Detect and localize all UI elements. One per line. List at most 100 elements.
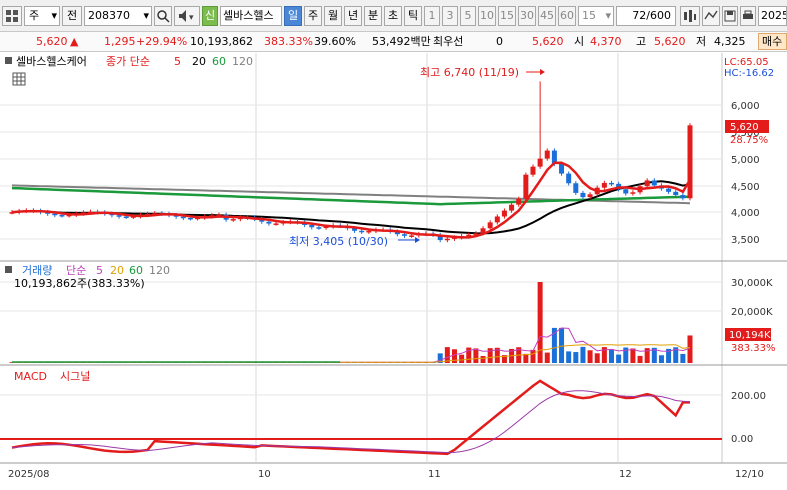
svg-text:▾: ▾ — [189, 13, 194, 23]
chart-settings-icon[interactable] — [2, 6, 22, 26]
tab-minute[interactable]: 분 — [364, 6, 382, 26]
candle-body — [680, 195, 686, 199]
lc-label: LC:65.05 — [724, 57, 769, 68]
search-icon[interactable] — [154, 6, 172, 26]
stock-code-value: 208370 — [88, 9, 130, 22]
sound-icon[interactable]: ▾ — [174, 6, 200, 26]
line-chart-icon[interactable] — [702, 6, 720, 26]
trade-amount: 53,492백만 — [372, 35, 431, 48]
macd-title: MACD — [14, 370, 47, 383]
volume-bar — [573, 352, 579, 363]
tab-day[interactable]: 일 — [284, 6, 302, 26]
interval-select-value: 15 — [582, 9, 596, 22]
volume-bar — [630, 348, 636, 363]
candle-body — [544, 150, 550, 159]
open-value: 4,370 — [590, 35, 622, 48]
interval-select[interactable]: 15 ▾ — [578, 6, 614, 26]
indicator-icon[interactable] — [680, 6, 700, 26]
price-repeat: 5,620 — [532, 35, 564, 48]
low-value: 4,325 — [714, 35, 746, 48]
candle-body — [509, 204, 515, 211]
display-count-field[interactable]: 72/600 — [616, 6, 676, 26]
candle-body — [309, 224, 315, 228]
panel-handle-icon[interactable] — [5, 266, 12, 273]
grid-toggle-icon[interactable] — [12, 72, 26, 86]
price-change-pct: +29.94% — [136, 35, 188, 48]
hc-label: HC:-16.62 — [724, 68, 774, 79]
quote-info-bar: 5,620 ▲ 1,295 +29.94% 10,193,862 383.33%… — [0, 32, 787, 52]
candle-body — [537, 158, 543, 167]
interval-30-button[interactable]: 30 — [518, 6, 536, 26]
volume-ratio: 383.33% — [264, 35, 313, 48]
x-label-12-10: 12/10 — [735, 469, 764, 480]
volume-bar — [473, 348, 479, 363]
volume-bar — [616, 354, 622, 363]
candle-body — [516, 198, 522, 205]
high-annotation: 최고 6,740 (11/19) — [420, 66, 519, 79]
candle-body — [402, 234, 408, 236]
volume-ma60: 60 — [129, 264, 143, 277]
interval-1-button[interactable]: 1 — [424, 6, 440, 26]
chevron-down-icon: ▾ — [605, 9, 611, 22]
tab-tick[interactable]: 틱 — [404, 6, 422, 26]
high-label: 고 — [636, 35, 647, 48]
save-icon[interactable] — [722, 6, 738, 26]
display-count-input[interactable]: 72 — [632, 9, 646, 22]
volume-current-text: 10,193,862주(383.33%) — [14, 277, 145, 290]
interval-60-button[interactable]: 60 — [558, 6, 576, 26]
candle-body — [266, 221, 272, 224]
panel-handle-icon[interactable] — [5, 57, 12, 64]
current-pct-label: 28.75% — [730, 135, 768, 146]
volume-bar — [480, 355, 486, 363]
candle-body — [601, 182, 607, 188]
volume-bar — [544, 352, 550, 363]
tab-month[interactable]: 월 — [324, 6, 342, 26]
candle-body — [487, 222, 493, 229]
candle-body — [316, 227, 322, 229]
volume-tick-30000k: 30,000K — [731, 278, 773, 289]
interval-15-button[interactable]: 15 — [498, 6, 516, 26]
print-icon[interactable] — [740, 6, 756, 26]
interval-5-button[interactable]: 5 — [460, 6, 476, 26]
stock-code-input[interactable]: 208370 ▾ — [84, 6, 152, 26]
candle-body — [180, 216, 186, 219]
price-tick-5000: 5,000 — [731, 155, 760, 166]
volume-bar — [459, 354, 465, 363]
tab-year[interactable]: 년 — [344, 6, 362, 26]
current-price: 5,620 — [36, 35, 68, 48]
low-label: 저 — [696, 35, 707, 48]
prev-button[interactable]: 전 — [62, 6, 82, 26]
interval-10-button[interactable]: 10 — [478, 6, 496, 26]
candle-body — [52, 213, 58, 216]
current-price-tag-text: 5,620 — [730, 122, 759, 133]
date-field[interactable]: 2025. — [758, 6, 787, 26]
price-tick-6000: 6,000 — [731, 101, 760, 112]
candle-body — [623, 189, 629, 194]
ma20-period: 20 — [192, 55, 206, 68]
candle-body — [559, 163, 565, 174]
up-arrow-icon: ▲ — [70, 35, 79, 48]
buy-button[interactable]: 매수 — [758, 33, 787, 50]
volume-ma5: 5 — [96, 264, 103, 277]
macd-tick-0: 0.00 — [731, 434, 753, 445]
candle-body — [444, 238, 450, 241]
candle-body — [608, 182, 614, 185]
volume-bar — [594, 353, 600, 363]
turnover-ratio: 39.60% — [314, 35, 356, 48]
market-type-value: 주 — [29, 9, 40, 22]
tab-second[interactable]: 초 — [384, 6, 402, 26]
tab-week[interactable]: 주 — [304, 6, 322, 26]
volume-bar — [530, 349, 536, 363]
candle-body — [573, 183, 579, 193]
stock-chart-svg[interactable]: 셀바스헬스케어 종가 단순 5 20 60 120 최고 6,740 (11/1… — [0, 53, 787, 487]
candle-body — [530, 166, 536, 175]
market-type-select[interactable]: 주 ▾ — [24, 6, 60, 26]
chart-area[interactable]: 셀바스헬스케어 종가 단순 5 20 60 120 최고 6,740 (11/1… — [0, 53, 787, 487]
candle-body — [273, 223, 279, 225]
candle-body — [587, 194, 593, 198]
interval-45-button[interactable]: 45 — [538, 6, 556, 26]
price-tick-4500: 4,500 — [731, 182, 760, 193]
stock-name-field[interactable]: 셀바스헬스 — [220, 6, 282, 26]
volume-bar — [637, 355, 643, 363]
interval-3-button[interactable]: 3 — [442, 6, 458, 26]
